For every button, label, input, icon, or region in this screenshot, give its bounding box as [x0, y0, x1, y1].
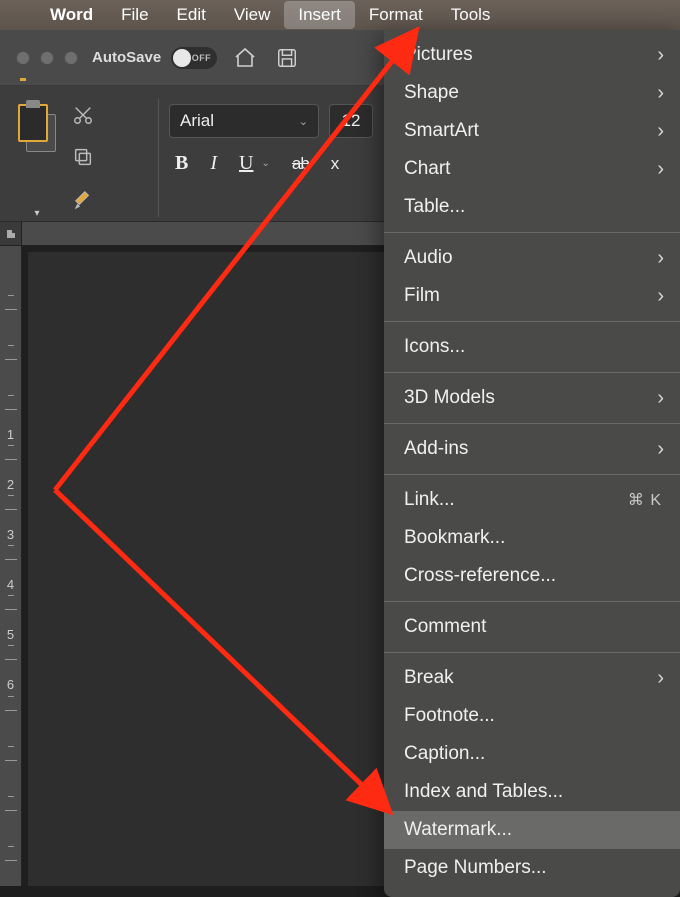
menu-item-label: Add-ins [404, 438, 657, 460]
menu-separator [384, 372, 680, 373]
menu-item-3d-models[interactable]: 3D Models› [384, 379, 680, 417]
menu-item-label: Audio [404, 247, 657, 269]
autosave-label: AutoSave [92, 49, 161, 66]
menu-item-index-and-tables[interactable]: Index and Tables... [384, 773, 680, 811]
subscript-button[interactable]: x [331, 154, 340, 174]
autosave-toggle[interactable]: OFF [171, 47, 217, 69]
chevron-right-icon: › [657, 387, 664, 410]
menu-item-label: Page Numbers... [404, 857, 662, 879]
font-size-combo[interactable]: 12 [329, 104, 373, 138]
chevron-right-icon: › [657, 247, 664, 270]
menu-separator [384, 652, 680, 653]
autosave-state: OFF [192, 53, 212, 63]
window-minimize-button[interactable] [40, 51, 54, 65]
menu-separator [384, 321, 680, 322]
menu-item-comment[interactable]: Comment [384, 608, 680, 646]
menu-item-label: SmartArt [404, 120, 657, 142]
menu-item-page-numbers[interactable]: Page Numbers... [384, 849, 680, 887]
menu-item-bookmark[interactable]: Bookmark... [384, 519, 680, 557]
menu-item-shortcut: ⌘ K [628, 490, 662, 510]
menu-item-label: Bookmark... [404, 527, 662, 549]
menu-item-film[interactable]: Film› [384, 277, 680, 315]
autosave-control: AutoSave OFF [92, 47, 217, 69]
menu-separator [384, 423, 680, 424]
window-close-button[interactable] [16, 51, 30, 65]
chevron-down-icon: ⌄ [299, 115, 308, 128]
menu-insert[interactable]: Insert [284, 1, 355, 29]
menu-item-label: Pictures [404, 44, 657, 66]
menu-separator [384, 232, 680, 233]
font-size-value: 12 [342, 111, 361, 131]
menu-item-label: Shape [404, 82, 657, 104]
chevron-right-icon: › [657, 82, 664, 105]
menu-item-watermark[interactable]: Watermark... [384, 811, 680, 849]
underline-dropdown-icon[interactable]: ⌄ [261, 158, 269, 169]
menu-item-label: Cross-reference... [404, 565, 662, 587]
menu-item-cross-reference[interactable]: Cross-reference... [384, 557, 680, 595]
menu-item-add-ins[interactable]: Add-ins› [384, 430, 680, 468]
underline-button[interactable]: U [239, 152, 253, 175]
menu-item-label: Watermark... [404, 819, 662, 841]
vertical-ruler[interactable]: 1 2 3 4 5 6 [0, 246, 22, 886]
chevron-right-icon: › [657, 667, 664, 690]
font-group: Arial ⌄ 12 B I U ⌄ ab x [169, 94, 373, 221]
menu-item-break[interactable]: Break› [384, 659, 680, 697]
menu-item-shape[interactable]: Shape› [384, 74, 680, 112]
menu-item-audio[interactable]: Audio› [384, 239, 680, 277]
cut-icon[interactable] [72, 104, 96, 128]
menu-item-chart[interactable]: Chart› [384, 150, 680, 188]
insert-menu-dropdown: Pictures›Shape›SmartArt›Chart›Table...Au… [384, 30, 680, 897]
menu-item-label: Icons... [404, 336, 662, 358]
menu-item-label: 3D Models [404, 387, 657, 409]
menu-item-label: Chart [404, 158, 657, 180]
menu-item-table[interactable]: Table... [384, 188, 680, 226]
menu-item-caption[interactable]: Caption... [384, 735, 680, 773]
format-painter-icon[interactable] [72, 188, 96, 212]
app-menu-word[interactable]: Word [36, 1, 107, 29]
menu-item-label: Comment [404, 616, 662, 638]
macos-menubar: Word File Edit View Insert Format Tools [0, 0, 680, 30]
clipboard-group: ▾ Paste [8, 94, 148, 221]
menu-item-label: Footnote... [404, 705, 662, 727]
window-zoom-button[interactable] [64, 51, 78, 65]
save-icon[interactable] [273, 44, 301, 72]
ruler-corner [0, 222, 22, 246]
menu-item-icons[interactable]: Icons... [384, 328, 680, 366]
menu-item-label: Film [404, 285, 657, 307]
menu-item-link[interactable]: Link...⌘ K [384, 481, 680, 519]
menu-item-label: Break [404, 667, 657, 689]
font-name-value: Arial [180, 111, 214, 131]
italic-button[interactable]: I [210, 152, 217, 175]
menu-separator [384, 474, 680, 475]
menu-item-footnote[interactable]: Footnote... [384, 697, 680, 735]
menu-item-smartart[interactable]: SmartArt› [384, 112, 680, 150]
window-traffic-lights [16, 51, 78, 65]
menu-format[interactable]: Format [355, 1, 437, 29]
menu-item-pictures[interactable]: Pictures› [384, 36, 680, 74]
bold-button[interactable]: B [175, 152, 188, 175]
paste-icon[interactable] [8, 100, 64, 160]
menu-separator [384, 601, 680, 602]
font-name-combo[interactable]: Arial ⌄ [169, 104, 319, 138]
chevron-right-icon: › [657, 158, 664, 181]
paste-dropdown-icon[interactable]: ▾ [34, 208, 39, 219]
strikethrough-button[interactable]: ab [292, 154, 309, 174]
menu-edit[interactable]: Edit [163, 1, 220, 29]
copy-icon[interactable] [72, 146, 96, 170]
menu-view[interactable]: View [220, 1, 285, 29]
menu-file[interactable]: File [107, 1, 162, 29]
chevron-right-icon: › [657, 44, 664, 67]
toggle-knob [173, 49, 191, 67]
menu-item-label: Caption... [404, 743, 662, 765]
menu-item-label: Link... [404, 489, 628, 511]
menu-item-label: Table... [404, 196, 662, 218]
menu-tools[interactable]: Tools [437, 1, 505, 29]
chevron-right-icon: › [657, 120, 664, 143]
menu-item-label: Index and Tables... [404, 781, 662, 803]
chevron-right-icon: › [657, 438, 664, 461]
chevron-right-icon: › [657, 285, 664, 308]
home-icon[interactable] [231, 44, 259, 72]
